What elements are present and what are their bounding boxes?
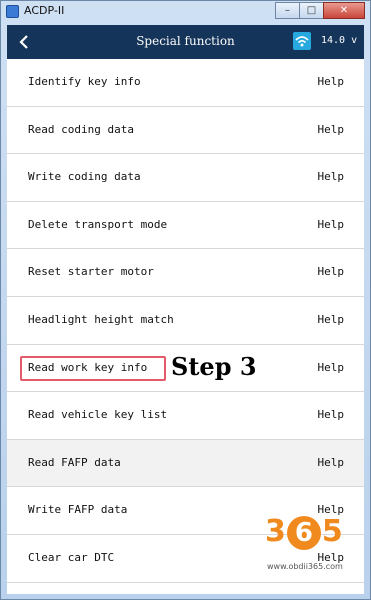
watermark-digit: 3: [265, 514, 286, 549]
window-controls: – □ ✕: [275, 2, 365, 19]
close-button[interactable]: ✕: [323, 2, 365, 19]
minimize-button[interactable]: –: [275, 2, 300, 19]
list-item-label: Read coding data: [28, 122, 134, 136]
watermark-digit: 5: [321, 514, 343, 549]
help-link[interactable]: Help: [318, 218, 345, 231]
list-item[interactable]: Read vehicle key list Help: [7, 392, 364, 440]
list-item[interactable]: Read coding data Help: [7, 106, 364, 155]
help-link[interactable]: Help: [318, 408, 345, 421]
watermark-digit: 6: [286, 516, 321, 550]
help-link[interactable]: Help: [318, 170, 345, 183]
list-item-label: Reset starter motor: [28, 265, 154, 279]
list-item[interactable]: Delete transport mode Help: [7, 201, 364, 250]
help-link[interactable]: Help: [318, 313, 345, 326]
list-item-label: Delete transport mode: [28, 217, 168, 231]
list-item[interactable]: Read FAFP data Help: [7, 439, 364, 488]
maximize-button[interactable]: □: [299, 2, 324, 19]
help-link[interactable]: Help: [318, 75, 345, 88]
app-icon: [6, 5, 19, 18]
watermark-logo: 3 6 5 www.obdii365.com: [265, 514, 365, 584]
help-link[interactable]: Help: [318, 361, 345, 374]
list-item[interactable]: Headlight height match Help: [7, 296, 364, 345]
list-item-label: Read vehicle key list: [28, 408, 168, 422]
list-item-label: Read work key info: [28, 360, 148, 374]
list-item-label: Write FAFP data: [28, 503, 128, 517]
help-link[interactable]: Help: [318, 123, 345, 136]
list-item[interactable]: Identify key info Help: [7, 59, 364, 107]
list-item-label: Read FAFP data: [28, 455, 121, 469]
window-titlebar[interactable]: ACDP-II – □ ✕: [1, 1, 370, 23]
list-item[interactable]: Reset starter motor Help: [7, 249, 364, 297]
list-item[interactable]: Write coding data Help: [7, 154, 364, 202]
list-item-label: Write coding data: [28, 170, 141, 184]
watermark-url: www.obdii365.com: [267, 562, 343, 571]
app-header: Special function 14.0 v: [7, 25, 364, 59]
list-item-read-work-key-info[interactable]: Read work key info Step 3 Help: [7, 344, 364, 393]
wifi-icon: [293, 32, 311, 50]
list-item-label: Headlight height match: [28, 312, 174, 326]
help-link[interactable]: Help: [318, 456, 345, 469]
help-link[interactable]: Help: [318, 265, 345, 278]
app-window: ACDP-II – □ ✕ Special function 14.0 v Id…: [0, 0, 371, 600]
step-annotation: Step 3: [171, 351, 257, 381]
list-item-label: Identify key info: [28, 75, 141, 88]
battery-voltage: 14.0 v: [321, 35, 358, 46]
watermark-digits: 3 6 5: [265, 514, 343, 550]
window-title: ACDP-II: [24, 4, 65, 17]
list-item-label: Clear car DTC: [28, 550, 115, 564]
